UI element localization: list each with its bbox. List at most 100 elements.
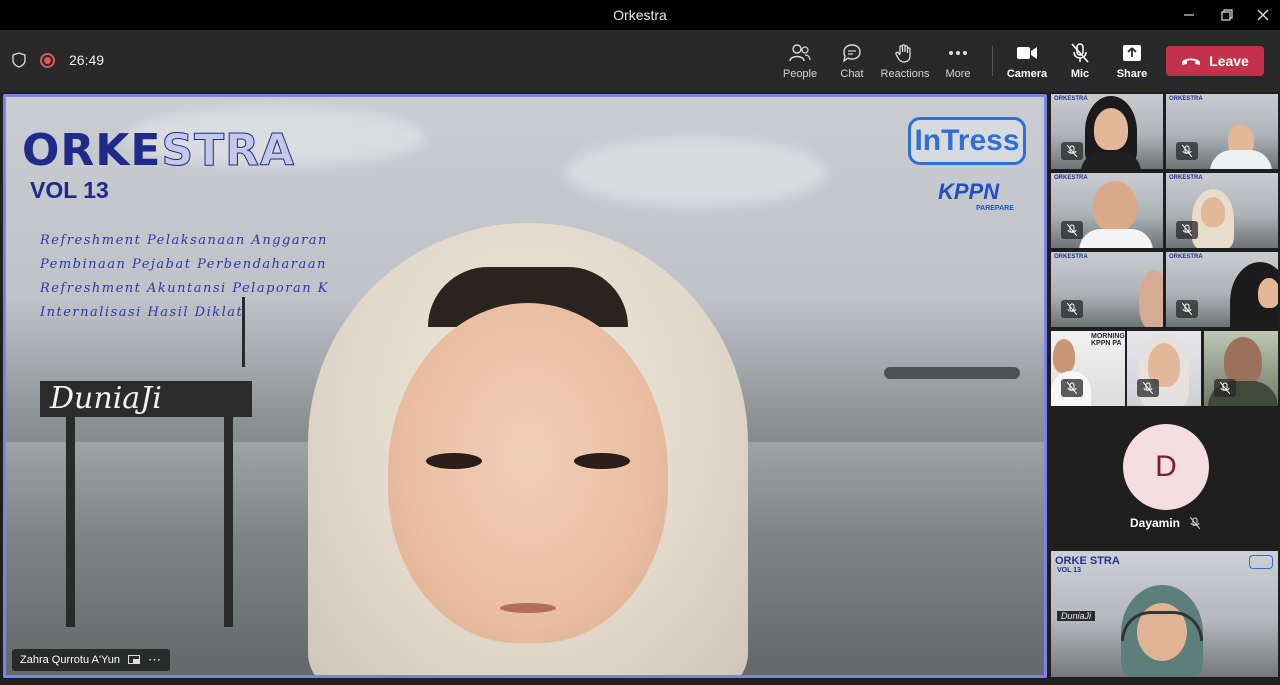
reactions-label: Reactions [880,68,930,80]
share-button[interactable]: Share [1106,42,1158,80]
title-bar: Orkestra [0,0,1280,30]
participant-tile[interactable]: ORKESTRA [1166,94,1278,169]
chat-button[interactable]: Chat [826,42,878,80]
background-title-part-b: STRA [161,125,296,177]
muted-indicator [1137,379,1159,397]
share-label: Share [1116,68,1148,80]
avatar-name-row: Dayamin [1052,516,1278,530]
muted-indicator [1176,221,1198,239]
close-icon [1257,9,1269,21]
leave-label: Leave [1209,53,1249,69]
toolbar-divider [992,46,993,76]
mic-off-icon [1182,224,1192,236]
mic-label: Mic [1070,68,1090,80]
cloud [566,137,826,207]
mic-off-icon [1182,145,1192,157]
participant-partial-face [1139,270,1163,327]
window-title: Orkestra [613,7,667,23]
minimize-button[interactable] [1170,0,1208,30]
leave-button[interactable]: Leave [1166,46,1264,76]
shield-icon [12,52,26,68]
mic-off-icon [1067,382,1077,394]
meeting-toolbar: 26:49 People Chat Reactions More Camera … [0,30,1280,92]
kppn-logo: KPPN [938,179,1000,204]
people-label: People [782,68,818,80]
self-view-volume: VOL 13 [1057,567,1081,574]
mic-off-icon [1071,43,1089,63]
speaker-eye [426,453,482,469]
screen-share-indicator-icon [127,655,140,664]
mic-off-icon [1190,517,1201,529]
mic-off-icon [1182,303,1192,315]
participant-face [1053,339,1075,373]
camera-button[interactable]: Camera [1001,42,1053,80]
self-view-tile[interactable]: ORKE STRA VOL 13 DuniaJi [1051,551,1278,677]
participant-face [1224,337,1262,385]
tile-background-title: ORKESTRA [1169,96,1203,102]
participant-body [1210,150,1272,169]
people-button[interactable]: People [774,42,826,80]
mic-button[interactable]: Mic [1054,42,1106,80]
reactions-button[interactable]: Reactions [879,42,931,80]
more-dots-icon [949,51,967,55]
muted-indicator [1176,142,1198,160]
hang-up-icon [1182,58,1201,65]
more-button[interactable]: More [932,42,984,80]
self-view-logo [1249,555,1273,569]
speaker-video [268,223,828,675]
camera-label: Camera [1006,68,1048,80]
recording-icon [40,52,55,68]
speaker-face [388,303,668,643]
self-view-title: ORKE STRA [1055,555,1120,567]
participant-tile[interactable] [1204,331,1278,406]
mic-off-icon [1067,224,1077,236]
muted-indicator [1061,221,1083,239]
participant-tile[interactable]: MORNING KPPN PA [1051,331,1125,406]
main-video-stage[interactable]: ORKESTRA VOL 13 Refreshment Pelaksanaan … [3,94,1047,678]
participant-body [1079,229,1153,248]
sign-post [224,417,233,627]
participant-tile[interactable]: ORKESTRA [1166,173,1278,248]
close-window-button[interactable] [1244,0,1280,30]
tile-background-title: ORKESTRA [1054,96,1088,102]
tile-background-title: ORKESTRA [1054,254,1088,260]
participant-tile[interactable] [1127,331,1201,406]
restore-button[interactable] [1208,0,1246,30]
people-icon [789,44,811,62]
participant-face [1093,181,1137,231]
participant-tile[interactable]: ORKESTRA [1051,94,1163,169]
muted-indicator [1176,300,1198,318]
tile-background-title: ORKESTRA [1169,254,1203,260]
participant-tile[interactable]: ORKESTRA [1166,252,1278,327]
background-title-part-a: ORKE [22,125,162,176]
camera-icon [1017,47,1037,59]
avatar-participant-tile[interactable]: D Dayamin [1052,412,1278,542]
muted-indicator [1214,379,1236,397]
morning-label: MORNING KPPN PA [1091,333,1125,347]
participant-tile[interactable]: ORKESTRA [1051,173,1163,248]
more-label: More [945,68,971,80]
mic-off-icon [1143,382,1153,394]
background-volume: VOL 13 [30,177,109,203]
mic-off-icon [1067,303,1077,315]
muted-indicator [1061,379,1083,397]
minimize-icon [1184,14,1194,16]
chat-label: Chat [840,68,864,80]
tile-background-title: ORKESTRA [1054,175,1088,181]
restore-icon [1221,9,1233,21]
chat-icon [842,44,861,63]
participant-tile[interactable]: ORKESTRA [1051,252,1163,327]
speaker-name: Zahra Qurrotu A'Yun [20,654,120,666]
meeting-timer: 26:49 [69,52,105,68]
muted-indicator [1061,300,1083,318]
participant-options-button[interactable]: ⋯ [148,652,162,668]
self-view-sign: DuniaJi [1057,611,1096,621]
avatar-name: Dayamin [1129,516,1181,530]
participant-face [1201,197,1225,227]
mic-off-icon [1220,382,1230,394]
kppn-logo-subtitle: PAREPARE [976,205,1014,212]
pole [242,297,245,367]
reactions-hand-icon [895,44,911,63]
participant-face [1258,278,1278,308]
participant-face [1094,108,1128,150]
